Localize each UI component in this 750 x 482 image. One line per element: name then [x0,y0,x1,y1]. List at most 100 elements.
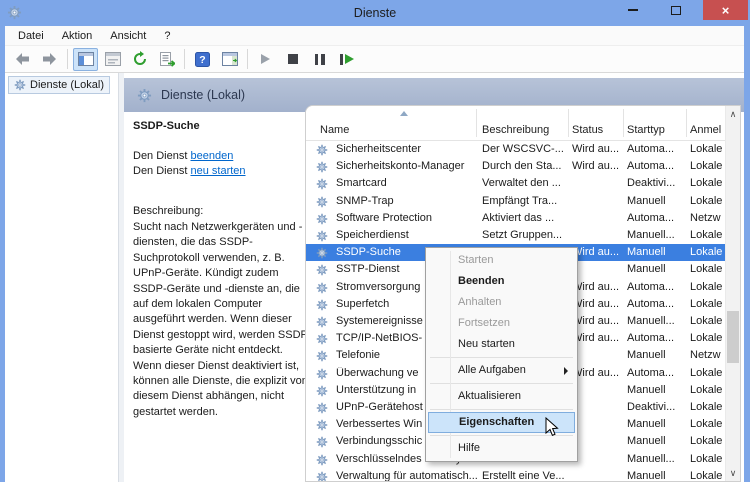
start-service-icon[interactable] [253,48,278,71]
column-header-anmel[interactable]: Anmel [690,124,721,136]
cell-starttyp: Manuell [627,384,687,396]
selected-service-name: SSDP-Suche [133,120,200,132]
services-gear-icon [137,88,152,103]
export-list-icon[interactable] [154,48,179,71]
cell-name: Verwaltung für automatisch... [336,470,478,482]
cell-starttyp: Manuell [627,418,687,430]
forward-icon[interactable] [37,48,62,71]
menu-item-neu-starten[interactable]: Neu starten [426,334,577,355]
cell-anmelden: Lokale [690,470,728,482]
cell-status: Wird au... [572,315,624,327]
help-icon[interactable]: ? [190,48,215,71]
service-row-verwaltung-f-r-automatisch[interactable]: Verwaltung für automatisch... Erstellt ei… [306,468,725,482]
cell-name: Sicherheitscenter [336,143,478,155]
service-row-smartcard[interactable]: SmartcardVerwaltet den ...Deaktivi...Lok… [306,175,725,192]
cell-starttyp: Deaktivi... [627,177,687,189]
service-row-speicherdienst[interactable]: SpeicherdienstSetzt Gruppen...Manuell...… [306,227,725,244]
cell-anmelden: Lokale [690,435,728,447]
column-header-name[interactable]: Name [320,124,349,136]
toolbar-separator [247,49,248,69]
sidebar-item-label: Dienste (Lokal) [30,79,104,91]
cell-status: Wird au... [572,332,624,344]
show-console-tree-icon[interactable] [73,48,98,71]
service-row-software-protection[interactable]: Software ProtectionAktiviert das ...Auto… [306,210,725,227]
refresh-icon[interactable] [127,48,152,71]
cell-anmelden: Lokale [690,160,728,172]
service-gear-icon [316,178,328,190]
cell-starttyp: Manuell [627,246,687,258]
properties-window-icon[interactable] [100,48,125,71]
cell-status: Wird au... [572,298,624,310]
show-action-pane-icon[interactable] [217,48,242,71]
cell-beschreibung: Verwaltet den ... [482,177,569,189]
menubar-item-datei[interactable]: Datei [9,30,53,42]
service-row-snmp-trap[interactable]: SNMP-TrapEmpfängt Tra...ManuellLokale [306,193,725,210]
cell-anmelden: Lokale [690,143,728,155]
cell-name: Sicherheitskonto-Manager [336,160,478,172]
cell-starttyp: Manuell [627,195,687,207]
sidebar-item-dienste-lokal[interactable]: Dienste (Lokal) [8,76,110,94]
column-header-status[interactable]: Status [572,124,603,136]
cell-beschreibung: Der WSCSVC-... [482,143,569,155]
console-tree-panel: Dienste (Lokal) [5,73,119,482]
cell-starttyp: Automa... [627,160,687,172]
minimize-button[interactable] [616,0,650,20]
cell-status: Wird au... [572,160,624,172]
stop-service-link[interactable]: beenden [190,150,233,162]
panel-title: Dienste (Lokal) [161,88,245,102]
maximize-icon [671,6,681,15]
cell-beschreibung: Erstellt eine Ve... [482,470,569,482]
cell-status: Wird au... [572,281,624,293]
service-gear-icon [316,247,328,259]
content-area: Dienste (Lokal) Dienste (Lokal) SSDP-Suc… [5,73,744,482]
service-gear-icon [316,419,328,431]
scrollbar-thumb[interactable] [727,311,739,363]
cell-anmelden: Lokale [690,246,728,258]
column-separator[interactable] [623,109,624,137]
scroll-down-icon[interactable]: ∨ [726,465,740,481]
column-header-starttyp[interactable]: Starttyp [627,124,665,136]
cell-anmelden: Lokale [690,298,728,310]
service-gear-icon [316,350,328,362]
menu-item-aktualisieren[interactable]: Aktualisieren [426,386,577,407]
service-row-sicherheitscenter[interactable]: Sicherheitscenter Der WSCSVC-...Wird au..… [306,141,725,158]
menubar-item-aktion[interactable]: Aktion [53,30,102,42]
close-button[interactable]: × [703,0,748,20]
cell-starttyp: Automa... [627,298,687,310]
cell-starttyp: Deaktivi... [627,401,687,413]
pause-service-icon[interactable] [307,48,332,71]
menubar-item-ansicht[interactable]: Ansicht [101,30,155,42]
service-gear-icon [316,230,328,242]
cell-beschreibung: Empfängt Tra... [482,195,569,207]
cell-starttyp: Automa... [627,212,687,224]
column-header-beschreibung[interactable]: Beschreibung [482,124,549,136]
service-gear-icon [316,161,328,173]
vertical-scrollbar[interactable]: ∧ ∨ [725,106,740,481]
menu-item-hilfe[interactable]: Hilfe [426,438,577,459]
cell-name: Software Protection [336,212,478,224]
maximize-button[interactable] [659,0,693,20]
cell-anmelden: Lokale [690,367,728,379]
close-icon: × [722,3,730,18]
cell-starttyp: Manuell... [627,315,687,327]
menubar-item-help[interactable]: ? [155,30,179,42]
stop-service-icon[interactable] [280,48,305,71]
service-gear-icon [316,299,328,311]
cell-name: SNMP-Trap [336,195,478,207]
cell-anmelden: Lokale [690,384,728,396]
scroll-up-icon[interactable]: ∧ [726,106,740,122]
column-separator[interactable] [686,109,687,137]
service-gear-icon [316,316,328,328]
column-separator[interactable] [568,109,569,137]
menu-item-alle-aufgaben[interactable]: Alle Aufgaben [426,360,577,381]
restart-service-icon[interactable] [334,48,359,71]
back-icon[interactable] [10,48,35,71]
stop-service-line: Den Dienst beenden [133,150,233,162]
cell-status: Wird au... [572,143,624,155]
cell-anmelden: Lokale [690,401,728,413]
column-separator[interactable] [476,109,477,137]
service-row-sicherheitskonto-manager[interactable]: Sicherheitskonto-ManagerDurch den Sta...… [306,158,725,175]
service-gear-icon [316,333,328,345]
restart-service-link[interactable]: neu starten [190,165,245,177]
menu-item-beenden[interactable]: Beenden [426,271,577,292]
